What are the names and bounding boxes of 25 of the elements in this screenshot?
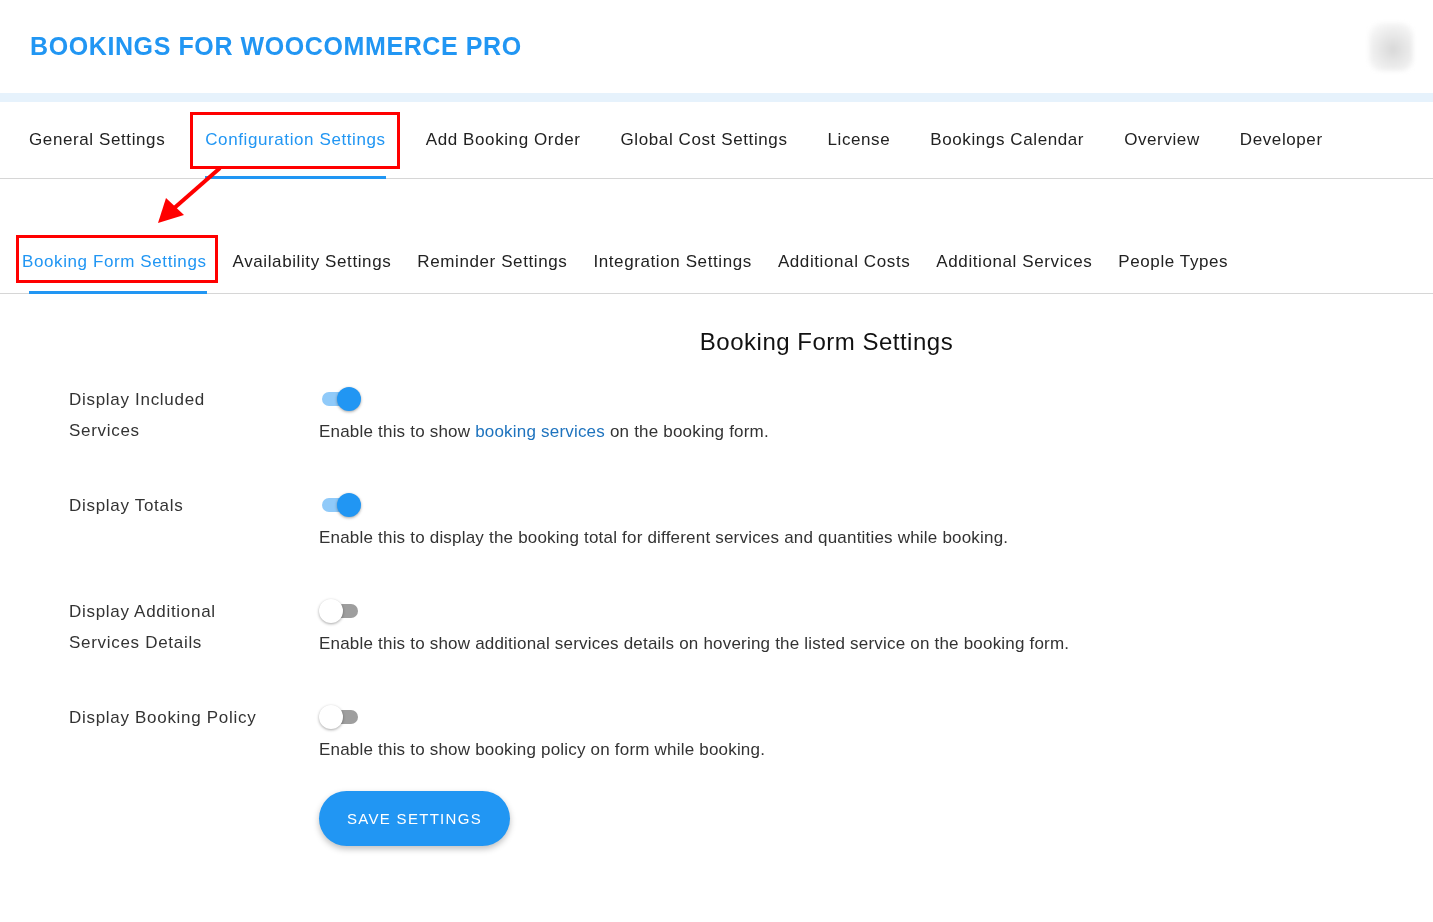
- blurred-logo: [1369, 22, 1413, 71]
- setting-description: Enable this to display the booking total for different services and quantities while booking.: [319, 528, 1009, 548]
- setting-description: Enable this to show additional services details on hovering the listed service on the booking form.: [319, 634, 1070, 654]
- booking-services-link[interactable]: booking services: [475, 422, 605, 441]
- sub-tab[interactable]: Availability Settings: [219, 230, 405, 293]
- sub-tab[interactable]: Integration Settings: [580, 230, 765, 293]
- section-title: Booking Form Settings: [698, 328, 955, 356]
- setting-label: Display Booking Policy: [69, 707, 258, 729]
- setting-label: Display Additional Services Details: [69, 601, 217, 654]
- sub-tab[interactable]: Reminder Settings: [404, 230, 581, 293]
- nav-tab[interactable]: License: [807, 102, 911, 178]
- nav-tab[interactable]: Developer: [1219, 102, 1343, 178]
- setting-label: Display Totals: [69, 495, 185, 517]
- sub-tab[interactable]: Additional Services: [923, 230, 1106, 293]
- sub-tab[interactable]: People Types: [1105, 230, 1242, 293]
- app-title: BOOKINGS FOR WOOCOMMERCE PRO: [30, 32, 522, 61]
- setting-description: Enable this to show booking services on the booking form.: [319, 422, 769, 442]
- sub-tab[interactable]: Additional Costs: [764, 230, 924, 293]
- setting-description: Enable this to show booking policy on form while booking.: [319, 740, 766, 760]
- nav-tab[interactable]: Global Cost Settings: [600, 102, 808, 178]
- nav-tab[interactable]: Bookings Calendar: [910, 102, 1105, 178]
- nav-tab[interactable]: Add Booking Order: [405, 102, 601, 178]
- nav-tab[interactable]: General Settings: [9, 102, 186, 178]
- setting-label: Display Included Services: [69, 389, 206, 442]
- nav-tab[interactable]: Overview: [1104, 102, 1220, 178]
